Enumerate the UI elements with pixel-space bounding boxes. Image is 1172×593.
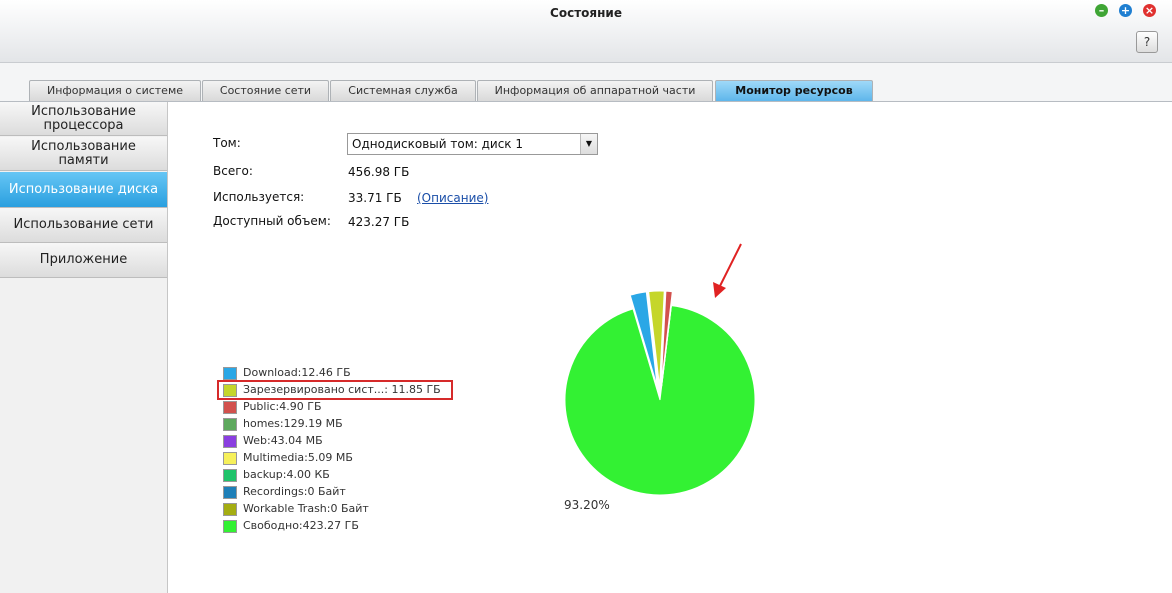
legend-swatch [223, 367, 237, 380]
legend-item: Свободно:423.27 ГБ [222, 519, 462, 533]
legend-swatch [223, 520, 237, 533]
used-label: Используется: [213, 190, 305, 204]
legend-label: Recordings:0 Байт [243, 485, 346, 498]
window-title: Состояние [550, 6, 622, 20]
maximize-icon[interactable]: + [1119, 4, 1132, 17]
legend-swatch [223, 435, 237, 448]
legend-swatch [223, 469, 237, 482]
legend-label: homes:129.19 МБ [243, 417, 343, 430]
chevron-down-icon[interactable]: ▼ [580, 134, 597, 154]
tab-system-service[interactable]: Системная служба [330, 80, 476, 101]
legend-label: Public:4.90 ГБ [243, 400, 322, 413]
legend-label: Download:12.46 ГБ [243, 366, 351, 379]
sidebar-item-memory[interactable]: Использование памяти [0, 137, 167, 171]
legend-swatch [223, 401, 237, 414]
legend-swatch [223, 486, 237, 499]
legend-swatch [223, 452, 237, 465]
volume-select-value: Однодисковый том: диск 1 [352, 137, 524, 151]
highlight-box [217, 380, 453, 400]
free-value: 423.27 ГБ [348, 215, 410, 229]
sidebar: Использование процессора Использование п… [0, 102, 168, 593]
close-icon[interactable]: × [1143, 4, 1156, 17]
legend-label: Web:43.04 МБ [243, 434, 323, 447]
legend-item: homes:129.19 МБ [222, 417, 462, 431]
free-label: Доступный объем: [213, 214, 331, 228]
legend-item: Multimedia:5.09 МБ [222, 451, 462, 465]
legend-swatch [223, 503, 237, 516]
legend-item: Web:43.04 МБ [222, 434, 462, 448]
tab-hardware-info[interactable]: Информация об аппаратной части [477, 80, 713, 101]
legend-item: Download:12.46 ГБ [222, 366, 462, 380]
legend-label: Workable Trash:0 Байт [243, 502, 369, 515]
legend-swatch [223, 418, 237, 431]
minimize-icon[interactable]: – [1095, 4, 1108, 17]
total-value: 456.98 ГБ [348, 165, 410, 179]
title-bar: Состояние – + × ? [0, 0, 1172, 63]
total-label: Всего: [213, 164, 253, 178]
legend-label: backup:4.00 КБ [243, 468, 330, 481]
tab-network-status[interactable]: Состояние сети [202, 80, 329, 101]
tab-system-info[interactable]: Информация о системе [29, 80, 201, 101]
legend-item: Recordings:0 Байт [222, 485, 462, 499]
description-link[interactable]: (Описание) [417, 191, 488, 205]
legend-label: Multimedia:5.09 МБ [243, 451, 353, 464]
sidebar-item-application[interactable]: Приложение [0, 243, 167, 278]
legend-item: backup:4.00 КБ [222, 468, 462, 482]
tab-resource-monitor[interactable]: Монитор ресурсов [715, 80, 873, 101]
used-value: 33.71 ГБ [348, 191, 402, 205]
legend-item: Public:4.90 ГБ [222, 400, 462, 414]
sidebar-item-disk[interactable]: Использование диска [0, 172, 167, 208]
volume-label: Том: [213, 136, 241, 150]
free-percent-label: 93.20% [564, 498, 610, 512]
red-arrow-annotation [713, 243, 742, 298]
help-button[interactable]: ? [1136, 31, 1158, 53]
legend-label: Свободно:423.27 ГБ [243, 519, 359, 532]
sidebar-item-network[interactable]: Использование сети [0, 208, 167, 243]
tab-bar: Информация о системе Состояние сети Сист… [0, 63, 1172, 102]
volume-select[interactable]: Однодисковый том: диск 1 ▼ [347, 133, 598, 155]
legend-item: Workable Trash:0 Байт [222, 502, 462, 516]
sidebar-item-cpu[interactable]: Использование процессора [0, 102, 167, 136]
